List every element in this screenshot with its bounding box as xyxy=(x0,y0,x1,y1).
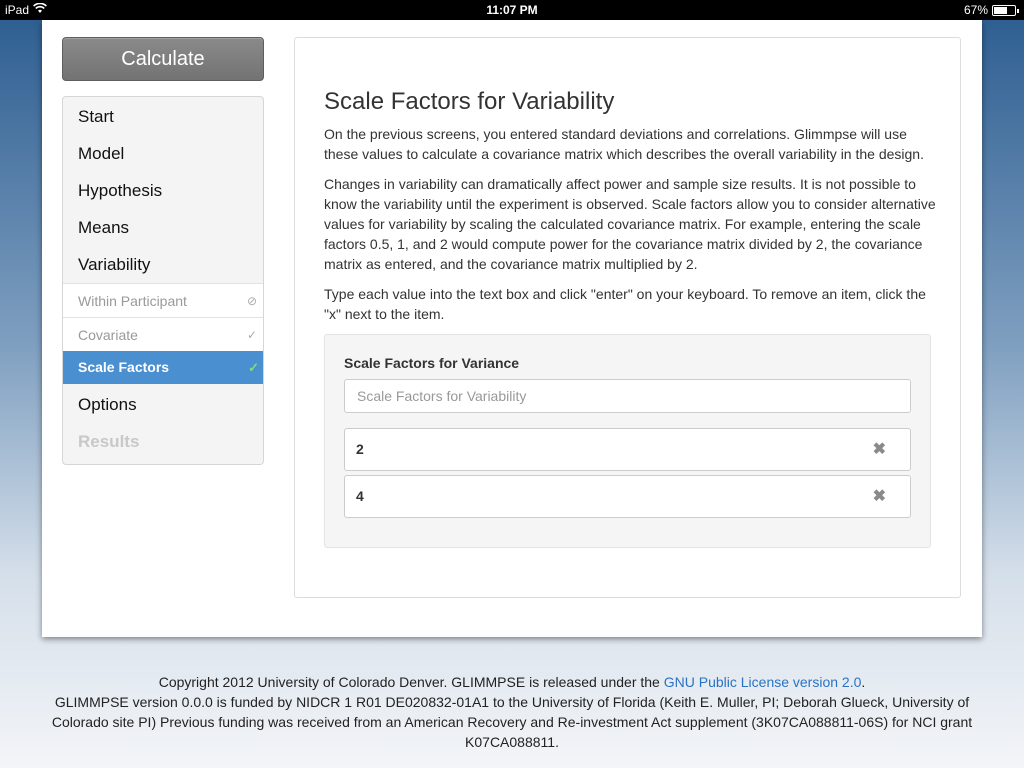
sidebar-item-start[interactable]: Start xyxy=(63,98,263,135)
license-link[interactable]: GNU Public License version 2.0 xyxy=(664,674,862,690)
sidebar-item-means[interactable]: Means xyxy=(63,209,263,246)
check-icon: ✓ xyxy=(246,328,257,342)
scale-factor-input[interactable]: Scale Factors for Variability xyxy=(344,379,911,413)
main-card: Calculate Start Model Hypothesis Means V… xyxy=(42,20,982,637)
well-title: Scale Factors for Variance xyxy=(344,355,520,371)
explanation-paragraph: Changes in variability can dramatically … xyxy=(324,176,936,272)
funding-text: GLIMMPSE version 0.0.0 is funded by NIDC… xyxy=(51,694,973,750)
copyright-line: Copyright 2012 University of Colorado De… xyxy=(40,672,984,692)
status-time: 11:07 PM xyxy=(486,3,538,17)
calculate-button[interactable]: Calculate xyxy=(62,37,264,81)
remove-icon[interactable]: ✖ xyxy=(873,439,886,459)
sidebar-item-variability[interactable]: Variability xyxy=(63,246,263,283)
sidebar-nav: Start Model Hypothesis Means Variability… xyxy=(62,96,264,465)
sidebar-subitem-within-participant[interactable]: Within Participant ⊘ xyxy=(63,283,263,317)
battery-level xyxy=(994,6,1008,14)
content-panel: Scale Factors for Variability On the pre… xyxy=(294,37,961,598)
list-item: 2 ✖ xyxy=(344,428,911,471)
sidebar-subitem-label: Scale Factors xyxy=(78,359,170,375)
page-title: Scale Factors for Variability xyxy=(324,88,615,115)
status-right: 67% xyxy=(963,3,1019,17)
scale-factor-value: 2 xyxy=(356,441,364,457)
sidebar-item-results: Results xyxy=(78,432,140,451)
copyright-suffix: . xyxy=(861,674,866,690)
copyright-text: Copyright 2012 University of Colorado De… xyxy=(158,674,664,690)
sidebar-subitem-covariate[interactable]: Covariate ✓ xyxy=(63,317,263,351)
instruction-paragraph: Type each value into the text box and cl… xyxy=(324,286,926,322)
sidebar-subitem-label: Covariate xyxy=(78,327,138,343)
intro-paragraph: On the previous screens, you entered sta… xyxy=(324,126,924,162)
status-bar: iPad 11:07 PM 67% xyxy=(0,0,1024,20)
scale-factor-value: 4 xyxy=(356,488,364,504)
sidebar-item-hypothesis[interactable]: Hypothesis xyxy=(63,172,263,209)
scale-factors-well: Scale Factors for Variance Scale Factors… xyxy=(324,334,931,548)
check-icon: ✓ xyxy=(248,360,259,375)
sidebar-item-options[interactable]: Options xyxy=(63,386,263,423)
battery-percent: 67% xyxy=(963,3,988,17)
footer: Copyright 2012 University of Colorado De… xyxy=(40,672,984,752)
list-item: 4 ✖ xyxy=(344,475,911,518)
battery-icon xyxy=(992,4,1019,16)
blocked-icon: ⊘ xyxy=(246,294,257,308)
sidebar-subitem-scale-factors[interactable]: Scale Factors ✓ xyxy=(63,351,263,384)
sidebar-subitem-label: Within Participant xyxy=(78,293,187,309)
remove-icon[interactable]: ✖ xyxy=(873,486,886,506)
sidebar-item-model[interactable]: Model xyxy=(63,135,263,172)
